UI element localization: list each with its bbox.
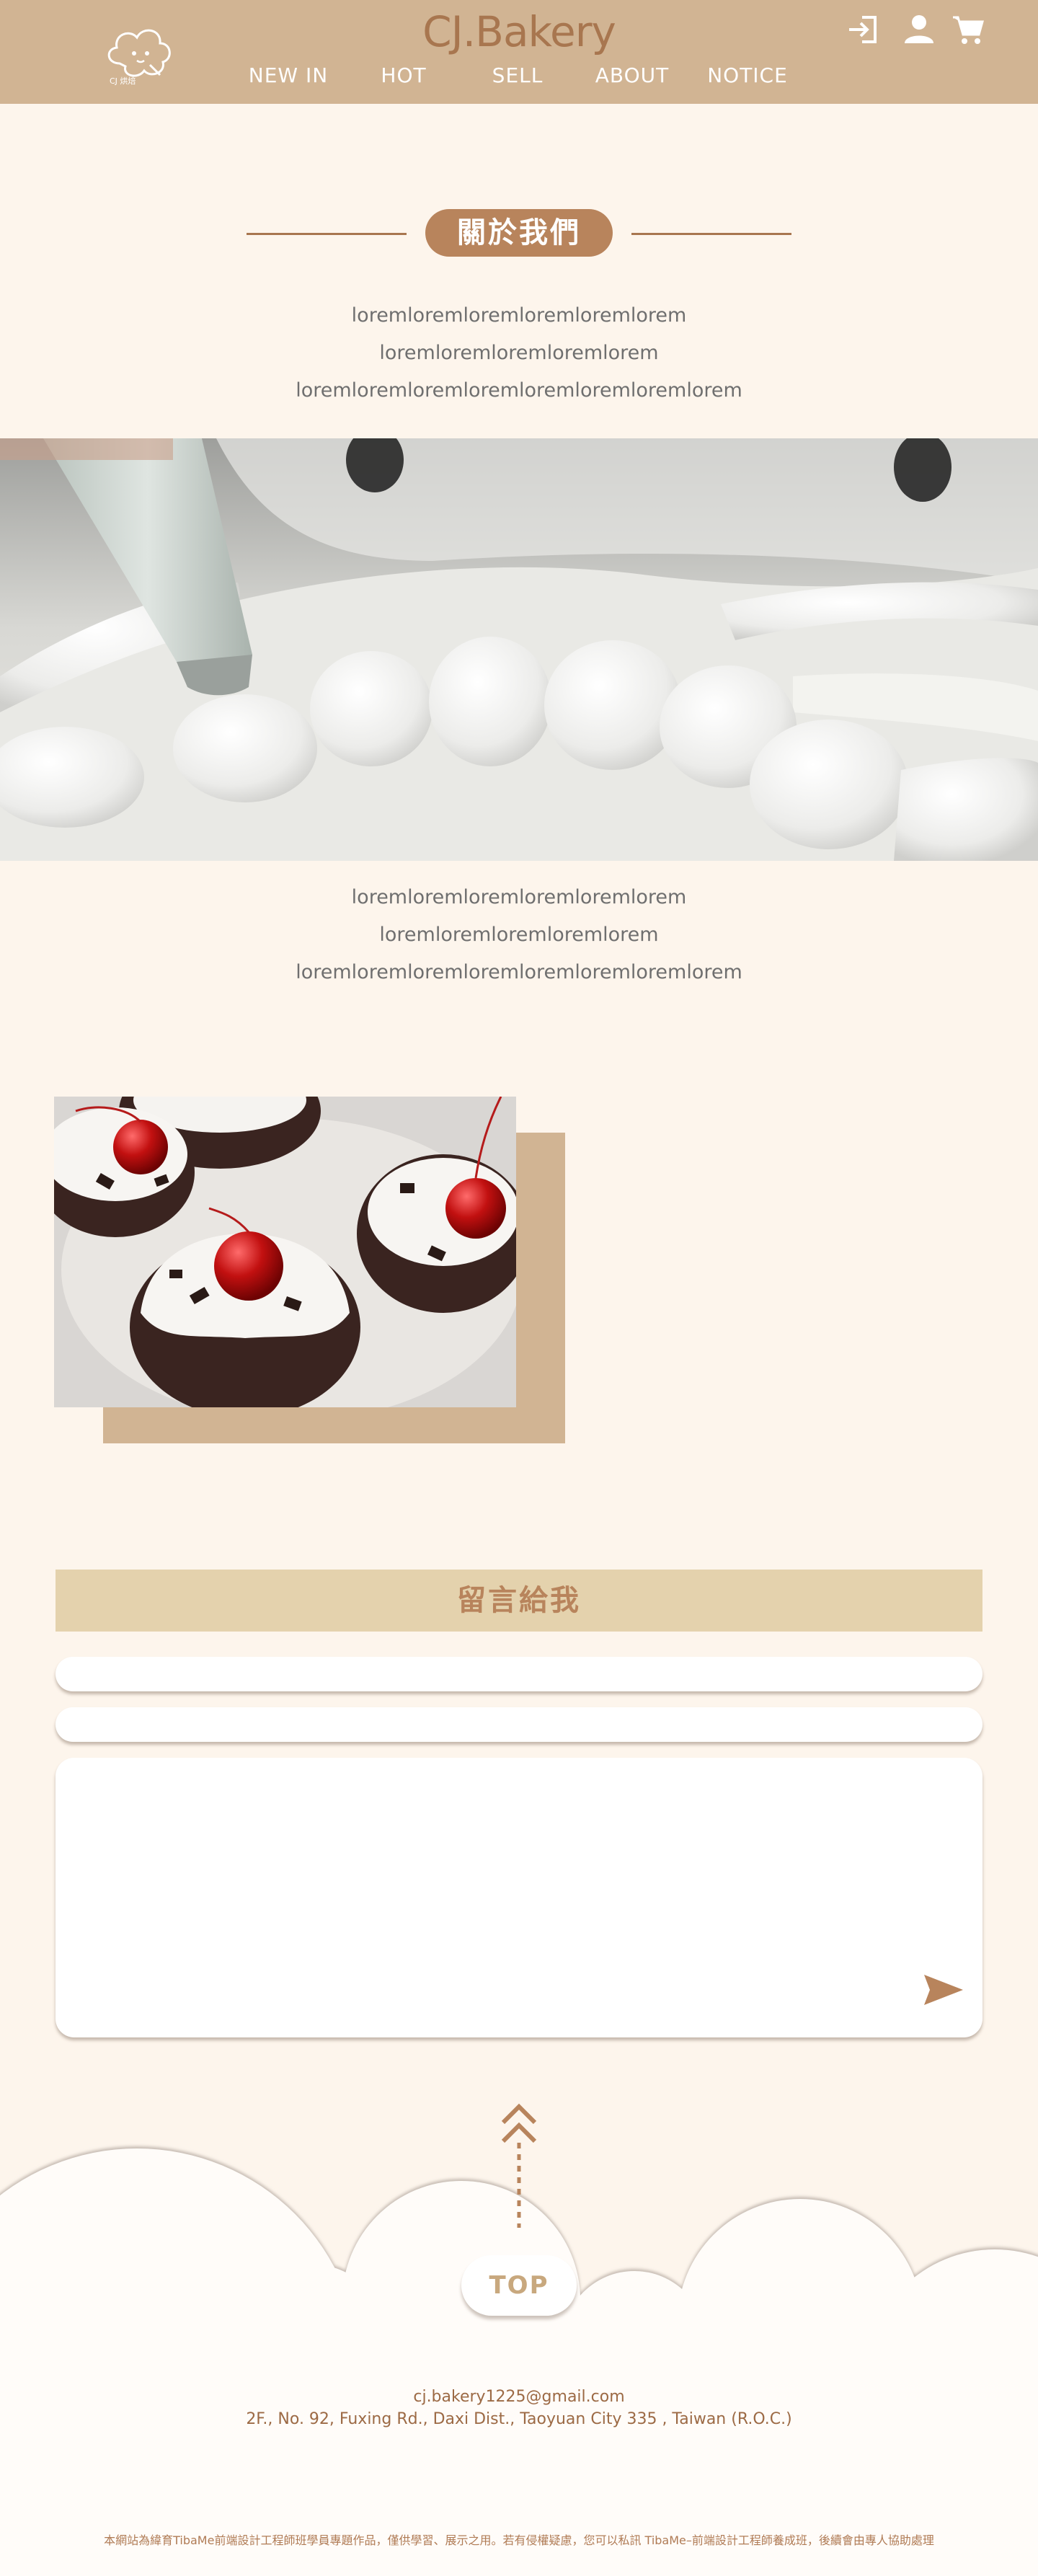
user-icon[interactable]: [901, 13, 937, 46]
about-text-line: loremloremloremloremloremloremloremlorem: [296, 961, 742, 983]
about-text-line: loremloremloremloremlorem: [379, 342, 659, 364]
nav-about[interactable]: ABOUT: [595, 63, 670, 87]
send-icon[interactable]: [921, 1972, 964, 2008]
message-section-title: 留言給我: [56, 1570, 982, 1632]
cart-icon[interactable]: [950, 13, 986, 46]
about-text-line: loremloremloremloremlorem: [379, 924, 659, 946]
about-text-line: loremloremloremloremloremlorem: [351, 886, 687, 908]
back-to-top-arrow-icon[interactable]: [497, 2098, 541, 2228]
nav-hot[interactable]: HOT: [381, 63, 426, 87]
back-to-top-button[interactable]: TOP: [461, 2255, 577, 2316]
name-field[interactable]: [56, 1657, 982, 1691]
brand-logo[interactable]: CJ.Bakery: [0, 7, 1038, 56]
title-divider-left: [247, 233, 407, 235]
about-text-bottom: loremloremloremloremloremlorem loremlore…: [0, 879, 1038, 991]
message-textarea[interactable]: [56, 1758, 982, 2037]
title-divider-right: [631, 233, 791, 235]
about-text-line: loremloremloremloremloremlorem: [351, 304, 687, 327]
cherry-cake-photo: [54, 1097, 516, 1407]
about-title: 關於我們: [425, 209, 613, 257]
main-nav: NEW IN HOT SELL ABOUT NOTICE: [0, 63, 1038, 92]
contact-email[interactable]: cj.bakery1225@gmail.com: [0, 2388, 1038, 2406]
site-header: CJ 烘焙 CJ.Bakery NEW IN HOT SELL ABOUT NO…: [0, 0, 1038, 104]
nav-sell[interactable]: SELL: [492, 63, 544, 87]
about-heading: 關於我們: [0, 209, 1038, 257]
nav-notice[interactable]: NOTICE: [707, 63, 788, 87]
login-icon[interactable]: [845, 13, 881, 46]
nav-new-in[interactable]: NEW IN: [249, 63, 328, 87]
contact-address: 2F., No. 92, Fuxing Rd., Daxi Dist., Tao…: [246, 2410, 792, 2428]
email-field[interactable]: [56, 1707, 982, 1742]
copyright-disclaimer: 本網站為緯育TibaMe前端設計工程師班學員專題作品，僅供學習、展示之用。若有侵…: [104, 2533, 934, 2547]
about-text-top: loremloremloremloremloremlorem loremlore…: [0, 297, 1038, 410]
about-text-line: loremloremloremloremloremloremloremlorem: [296, 379, 742, 402]
cream-piping-photo: [0, 438, 1038, 861]
